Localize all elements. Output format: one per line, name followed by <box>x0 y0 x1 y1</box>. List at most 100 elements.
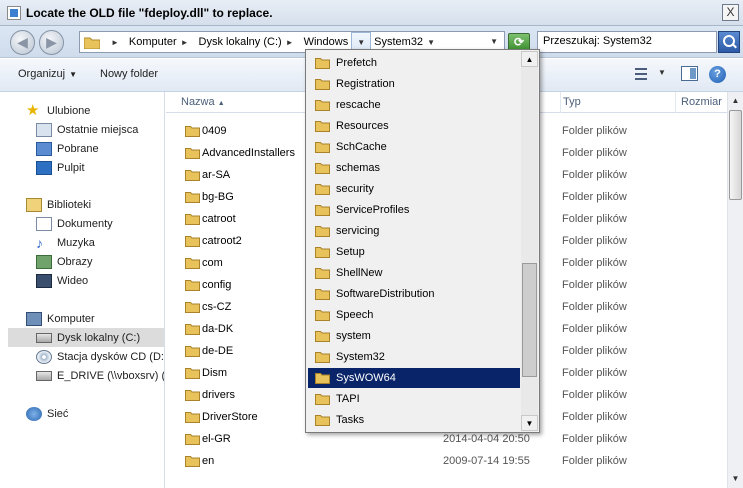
dropdown-item[interactable]: Prefetch <box>308 53 520 73</box>
file-type: Folder plików <box>562 345 627 357</box>
nav-libraries[interactable]: Biblioteki <box>26 195 91 214</box>
nav-item-desktop[interactable]: Pulpit <box>36 158 85 177</box>
dropdown-item[interactable]: servicing <box>308 221 520 241</box>
nav-item-cd-drive[interactable]: Stacja dysków CD (D:) <box>36 347 164 366</box>
dropdown-item[interactable]: SysWOW64 <box>308 368 520 388</box>
folder-icon <box>185 235 200 247</box>
file-type: Folder plików <box>562 125 627 137</box>
nav-favorites[interactable]: ★ Ulubione <box>26 101 90 120</box>
file-type: Folder plików <box>562 279 627 291</box>
folder-icon <box>315 393 330 405</box>
dropdown-item-label: ServiceProfiles <box>336 204 410 216</box>
dropdown-item[interactable]: schemas <box>308 158 520 178</box>
dropdown-item[interactable]: Setup <box>308 242 520 262</box>
nav-item-pictures[interactable]: Obrazy <box>36 252 92 271</box>
dropdown-item[interactable]: System32 <box>308 347 520 367</box>
file-type: Folder plików <box>562 213 627 225</box>
dropdown-item-label: TAPI <box>336 393 360 405</box>
dropdown-item[interactable]: security <box>308 179 520 199</box>
search-icon[interactable] <box>718 31 740 53</box>
dropdown-item-label: ShellNew <box>336 267 383 279</box>
file-name: ar-SA <box>202 169 231 181</box>
folder-icon <box>315 330 330 342</box>
nav-network[interactable]: Sieć <box>26 404 68 423</box>
file-name: en <box>202 455 215 467</box>
nav-item-local-disk[interactable]: Dysk lokalny (C:) <box>8 328 164 347</box>
desktop-icon <box>36 160 52 175</box>
search-input[interactable]: Przeszukaj: System32 <box>537 31 717 53</box>
dropdown-item[interactable]: Registration <box>308 74 520 94</box>
folder-icon <box>185 301 200 313</box>
dropdown-item[interactable]: Tasks <box>308 410 520 430</box>
dropdown-item-label: Speech <box>336 309 374 321</box>
file-type: Folder plików <box>562 411 627 423</box>
folder-icon <box>315 57 330 69</box>
nav-computer[interactable]: Komputer <box>26 309 95 328</box>
nav-item-documents[interactable]: Dokumenty <box>36 214 113 233</box>
file-name: DriverStore <box>202 411 258 423</box>
breadcrumb-arrow[interactable]: ► <box>104 32 126 52</box>
file-type: Folder plików <box>562 147 627 159</box>
dropdown-item[interactable]: SoftwareDistribution <box>308 284 520 304</box>
back-button[interactable]: ◀ <box>10 30 35 55</box>
folder-icon <box>185 323 200 335</box>
nav-item-videos[interactable]: Wideo <box>36 271 88 290</box>
file-date: 2009-07-14 19:55 <box>443 455 530 467</box>
folder-icon <box>185 433 200 445</box>
folder-icon <box>185 411 200 423</box>
dropdown-item-label: rescache <box>336 99 381 111</box>
breadcrumb-drive[interactable]: Dysk lokalny (C:) ► <box>196 32 301 52</box>
hard-drive-icon <box>36 332 52 343</box>
file-type: Folder plików <box>562 455 627 467</box>
address-history-dropdown[interactable]: ▼ <box>490 37 498 46</box>
scroll-up-button[interactable]: ▲ <box>728 93 743 109</box>
dropdown-item[interactable]: system <box>308 326 520 346</box>
view-options-icon[interactable] <box>631 68 647 81</box>
folder-icon <box>315 372 330 384</box>
view-dropdown[interactable]: ▼ <box>658 68 666 77</box>
scroll-down-button[interactable]: ▼ <box>728 471 743 487</box>
column-header-size[interactable]: Rozmiar <box>674 92 727 113</box>
dropdown-item-label: SchCache <box>336 141 387 153</box>
dropdown-item[interactable]: SchCache <box>308 137 520 157</box>
dropdown-item[interactable]: ShellNew <box>308 263 520 283</box>
dropdown-item[interactable]: Resources <box>308 116 520 136</box>
file-name: com <box>202 257 223 269</box>
folder-icon <box>185 191 200 203</box>
nav-item-recent-places[interactable]: Ostatnie miejsca <box>36 120 138 139</box>
breadcrumb-computer[interactable]: Komputer ► <box>126 32 196 52</box>
help-icon[interactable]: ? <box>709 66 726 83</box>
nav-item-network-drive[interactable]: E_DRIVE (\\vboxsrv) ( <box>36 366 164 385</box>
scroll-thumb[interactable] <box>729 110 742 200</box>
folder-icon <box>315 288 330 300</box>
folder-icon <box>315 267 330 279</box>
dropdown-item[interactable]: ServiceProfiles <box>308 200 520 220</box>
computer-icon <box>26 311 42 326</box>
file-list-scrollbar[interactable]: ▲ ▼ <box>727 92 743 488</box>
file-type: Folder plików <box>562 367 627 379</box>
dropdown-scrollbar[interactable]: ▲ ▼ <box>521 51 538 431</box>
dropdown-item-label: system <box>336 330 371 342</box>
file-name: da-DK <box>202 323 234 335</box>
network-icon <box>26 406 42 421</box>
close-button[interactable]: X <box>722 4 739 21</box>
file-name: cs-CZ <box>202 301 232 313</box>
forward-button[interactable]: ▶ <box>39 30 64 55</box>
dropdown-item[interactable]: rescache <box>308 95 520 115</box>
nav-item-music[interactable]: ♪ Muzyka <box>36 233 95 252</box>
preview-pane-icon[interactable] <box>681 66 698 81</box>
table-row[interactable]: en 2009-07-14 19:55 Folder plików <box>166 450 727 472</box>
dropdown-scroll-thumb[interactable] <box>522 263 537 377</box>
nav-item-downloads[interactable]: Pobrane <box>36 139 99 158</box>
new-folder-button[interactable]: Nowy folder <box>100 68 158 80</box>
dropdown-item[interactable]: TAPI <box>308 389 520 409</box>
title-bar: Locate the OLD file "fdeploy.dll" to rep… <box>0 0 743 26</box>
dropdown-scroll-up[interactable]: ▲ <box>521 51 538 67</box>
organize-button[interactable]: Organizuj ▼ <box>18 68 77 80</box>
folder-icon <box>315 183 330 195</box>
folder-icon <box>185 389 200 401</box>
dropdown-scroll-down[interactable]: ▼ <box>521 415 538 431</box>
column-header-type[interactable]: Typ <box>556 92 676 113</box>
file-type: Folder plików <box>562 323 627 335</box>
dropdown-item[interactable]: Speech <box>308 305 520 325</box>
